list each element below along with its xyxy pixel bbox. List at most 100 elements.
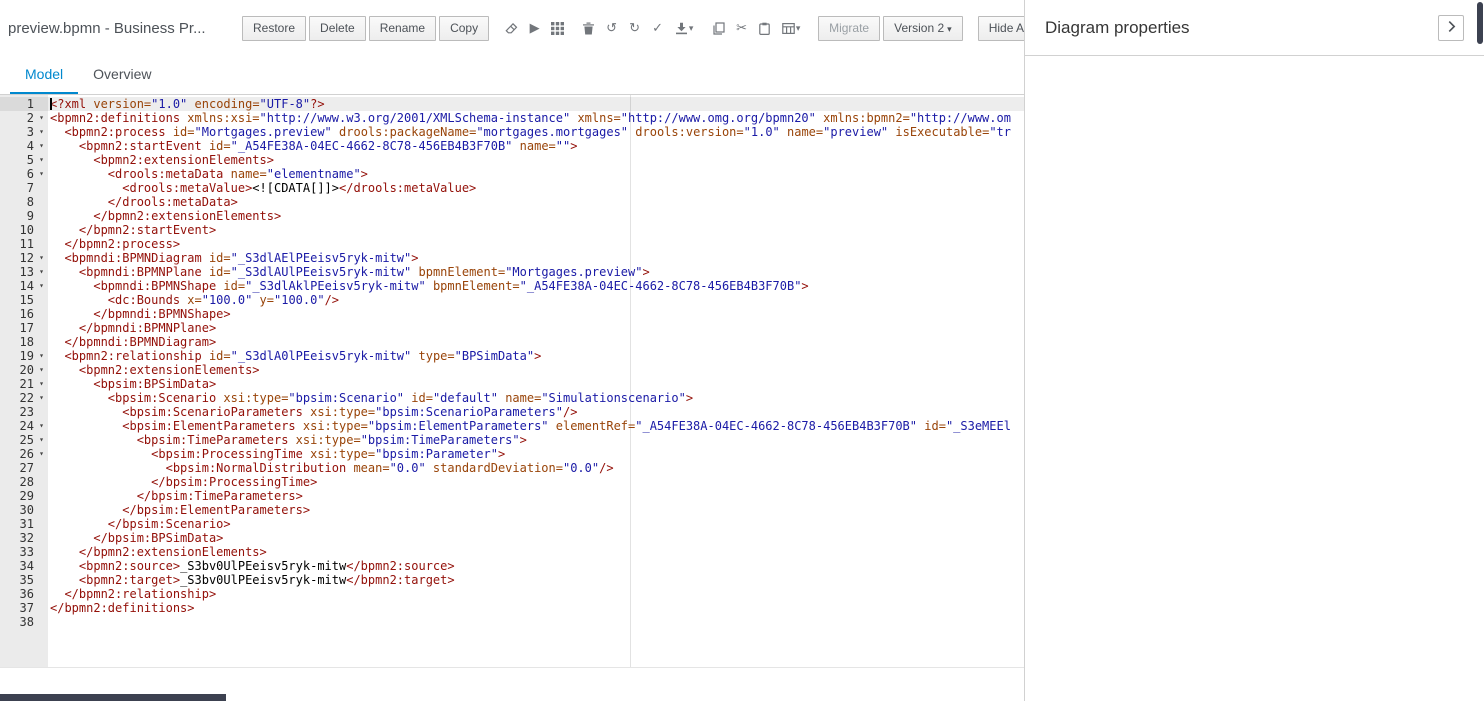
line-number: 3 [0, 125, 35, 139]
file-title: preview.bpmn - Business Pr... [8, 20, 242, 37]
gutter-cell: 24▾ [0, 419, 48, 433]
code-line[interactable]: 25▾ <bpsim:TimeParameters xsi:type="bpsi… [0, 433, 1024, 447]
vertical-scrollbar-thumb[interactable] [1477, 2, 1483, 44]
trash-button[interactable] [577, 16, 600, 40]
validate-button[interactable]: ✓ [646, 16, 669, 40]
fold-toggle-icon[interactable]: ▾ [35, 279, 48, 293]
undo-button[interactable]: ↺ [600, 16, 623, 40]
fold-toggle-icon[interactable]: ▾ [35, 153, 48, 167]
collapse-panel-button[interactable] [1438, 15, 1464, 41]
fold-toggle-icon[interactable]: ▾ [35, 349, 48, 363]
fold-toggle-icon[interactable]: ▾ [35, 125, 48, 139]
code-line[interactable]: 18 </bpmndi:BPMNDiagram> [0, 335, 1024, 349]
line-number: 34 [0, 559, 35, 573]
gutter-cell: 9 [0, 209, 48, 223]
fold-toggle-icon[interactable]: ▾ [35, 433, 48, 447]
code-line[interactable]: 28 </bpsim:ProcessingTime> [0, 475, 1024, 489]
rename-button[interactable]: Rename [369, 16, 436, 41]
redo-icon: ↻ [629, 20, 640, 36]
fold-toggle-icon[interactable]: ▾ [35, 251, 48, 265]
code-line[interactable]: 9 </bpmn2:extensionElements> [0, 209, 1024, 223]
gutter-cell: 36 [0, 587, 48, 601]
code-line[interactable]: 23 <bpsim:ScenarioParameters xsi:type="b… [0, 405, 1024, 419]
code-line[interactable]: 22▾ <bpsim:Scenario xsi:type="bpsim:Scen… [0, 391, 1024, 405]
copy-file-button[interactable]: Copy [439, 16, 489, 41]
code-line[interactable]: 31 </bpsim:Scenario> [0, 517, 1024, 531]
code-line[interactable]: 20▾ <bpmn2:extensionElements> [0, 363, 1024, 377]
code-line[interactable]: 34 <bpmn2:source>_S3bv0UlPEeisv5ryk-mitw… [0, 559, 1024, 573]
redo-button[interactable]: ↻ [623, 16, 646, 40]
code-line[interactable]: 14▾ <bpmndi:BPMNShape id="_S3dlAklPEeisv… [0, 279, 1024, 293]
grid-icon [551, 22, 564, 35]
code-line[interactable]: 10 </bpmn2:startEvent> [0, 223, 1024, 237]
code-text: <bpsim:ProcessingTime xsi:type="bpsim:Pa… [48, 447, 505, 461]
code-text: <bpmn2:extensionElements> [48, 153, 274, 167]
download-dropdown-button[interactable]: ▾ [669, 16, 699, 40]
code-line[interactable]: 12▾ <bpmndi:BPMNDiagram id="_S3dlAElPEei… [0, 251, 1024, 265]
cut-button[interactable]: ✂ [730, 16, 753, 40]
code-line[interactable]: 36 </bpmn2:relationship> [0, 587, 1024, 601]
restore-button[interactable]: Restore [242, 16, 306, 41]
fold-toggle-icon[interactable]: ▾ [35, 265, 48, 279]
fold-toggle-icon[interactable]: ▾ [35, 391, 48, 405]
panel-title: Diagram properties [1045, 18, 1190, 38]
code-line[interactable]: 37</bpmn2:definitions> [0, 601, 1024, 615]
line-number: 8 [0, 195, 35, 209]
code-line[interactable]: 38 [0, 615, 1024, 629]
table-icon [782, 22, 795, 35]
code-line[interactable]: 17 </bpmndi:BPMNPlane> [0, 321, 1024, 335]
tab-model[interactable]: Model [10, 56, 78, 94]
fold-toggle-icon[interactable]: ▾ [35, 419, 48, 433]
code-line[interactable]: 35 <bpmn2:target>_S3bv0UlPEeisv5ryk-mitw… [0, 573, 1024, 587]
horizontal-scrollbar-thumb[interactable] [0, 694, 226, 701]
fold-toggle-icon[interactable]: ▾ [35, 167, 48, 181]
line-number: 20 [0, 363, 35, 377]
play-button[interactable]: ▶ [523, 16, 546, 40]
fold-toggle-icon[interactable]: ▾ [35, 111, 48, 125]
fold-toggle-icon[interactable]: ▾ [35, 363, 48, 377]
code-text: </drools:metaData> [48, 195, 238, 209]
code-line[interactable]: 33 </bpmn2:extensionElements> [0, 545, 1024, 559]
line-number: 18 [0, 335, 35, 349]
code-line[interactable]: 7 <drools:metaValue><![CDATA[]]></drools… [0, 181, 1024, 195]
code-line[interactable]: 5▾ <bpmn2:extensionElements> [0, 153, 1024, 167]
code-line[interactable]: 16 </bpmndi:BPMNShape> [0, 307, 1024, 321]
check-icon: ✓ [652, 20, 663, 36]
eraser-button[interactable] [500, 16, 523, 40]
code-line[interactable]: 21▾ <bpsim:BPSimData> [0, 377, 1024, 391]
xml-source-editor[interactable]: 1<?xml version="1.0" encoding="UTF-8"?>2… [0, 95, 1024, 668]
gutter-cell: 27 [0, 461, 48, 475]
version-dropdown-button[interactable]: Version 2▾ [883, 16, 963, 41]
code-line[interactable]: 8 </drools:metaData> [0, 195, 1024, 209]
code-line[interactable]: 1<?xml version="1.0" encoding="UTF-8"?> [0, 97, 1024, 111]
migrate-button[interactable]: Migrate [818, 16, 880, 41]
code-line[interactable]: 24▾ <bpsim:ElementParameters xsi:type="b… [0, 419, 1024, 433]
code-line[interactable]: 6▾ <drools:metaData name="elementname"> [0, 167, 1024, 181]
code-line[interactable]: 2▾<bpmn2:definitions xmlns:xsi="http://w… [0, 111, 1024, 125]
fold-toggle-icon[interactable]: ▾ [35, 377, 48, 391]
copy-button[interactable] [707, 16, 730, 40]
editor-tabbar: Model Overview [0, 56, 1024, 95]
code-line[interactable]: 11 </bpmn2:process> [0, 237, 1024, 251]
table-dropdown-button[interactable]: ▾ [776, 16, 806, 40]
delete-button[interactable]: Delete [309, 16, 366, 41]
code-line[interactable]: 4▾ <bpmn2:startEvent id="_A54FE38A-04EC-… [0, 139, 1024, 153]
code-line[interactable]: 3▾ <bpmn2:process id="Mortgages.preview"… [0, 125, 1024, 139]
line-number: 13 [0, 265, 35, 279]
code-line[interactable]: 27 <bpsim:NormalDistribution mean="0.0" … [0, 461, 1024, 475]
line-number: 19 [0, 349, 35, 363]
code-line[interactable]: 13▾ <bpmndi:BPMNPlane id="_S3dlAUlPEeisv… [0, 265, 1024, 279]
code-text [48, 615, 50, 629]
code-line[interactable]: 29 </bpsim:TimeParameters> [0, 489, 1024, 503]
fold-toggle-icon[interactable]: ▾ [35, 139, 48, 153]
code-line[interactable]: 15 <dc:Bounds x="100.0" y="100.0"/> [0, 293, 1024, 307]
code-line[interactable]: 32 </bpsim:BPSimData> [0, 531, 1024, 545]
code-line[interactable]: 26▾ <bpsim:ProcessingTime xsi:type="bpsi… [0, 447, 1024, 461]
fold-toggle-icon[interactable]: ▾ [35, 447, 48, 461]
grid-button[interactable] [546, 16, 569, 40]
line-number: 16 [0, 307, 35, 321]
code-line[interactable]: 19▾ <bpmn2:relationship id="_S3dlA0lPEei… [0, 349, 1024, 363]
paste-button[interactable] [753, 16, 776, 40]
code-line[interactable]: 30 </bpsim:ElementParameters> [0, 503, 1024, 517]
tab-overview[interactable]: Overview [78, 56, 166, 94]
